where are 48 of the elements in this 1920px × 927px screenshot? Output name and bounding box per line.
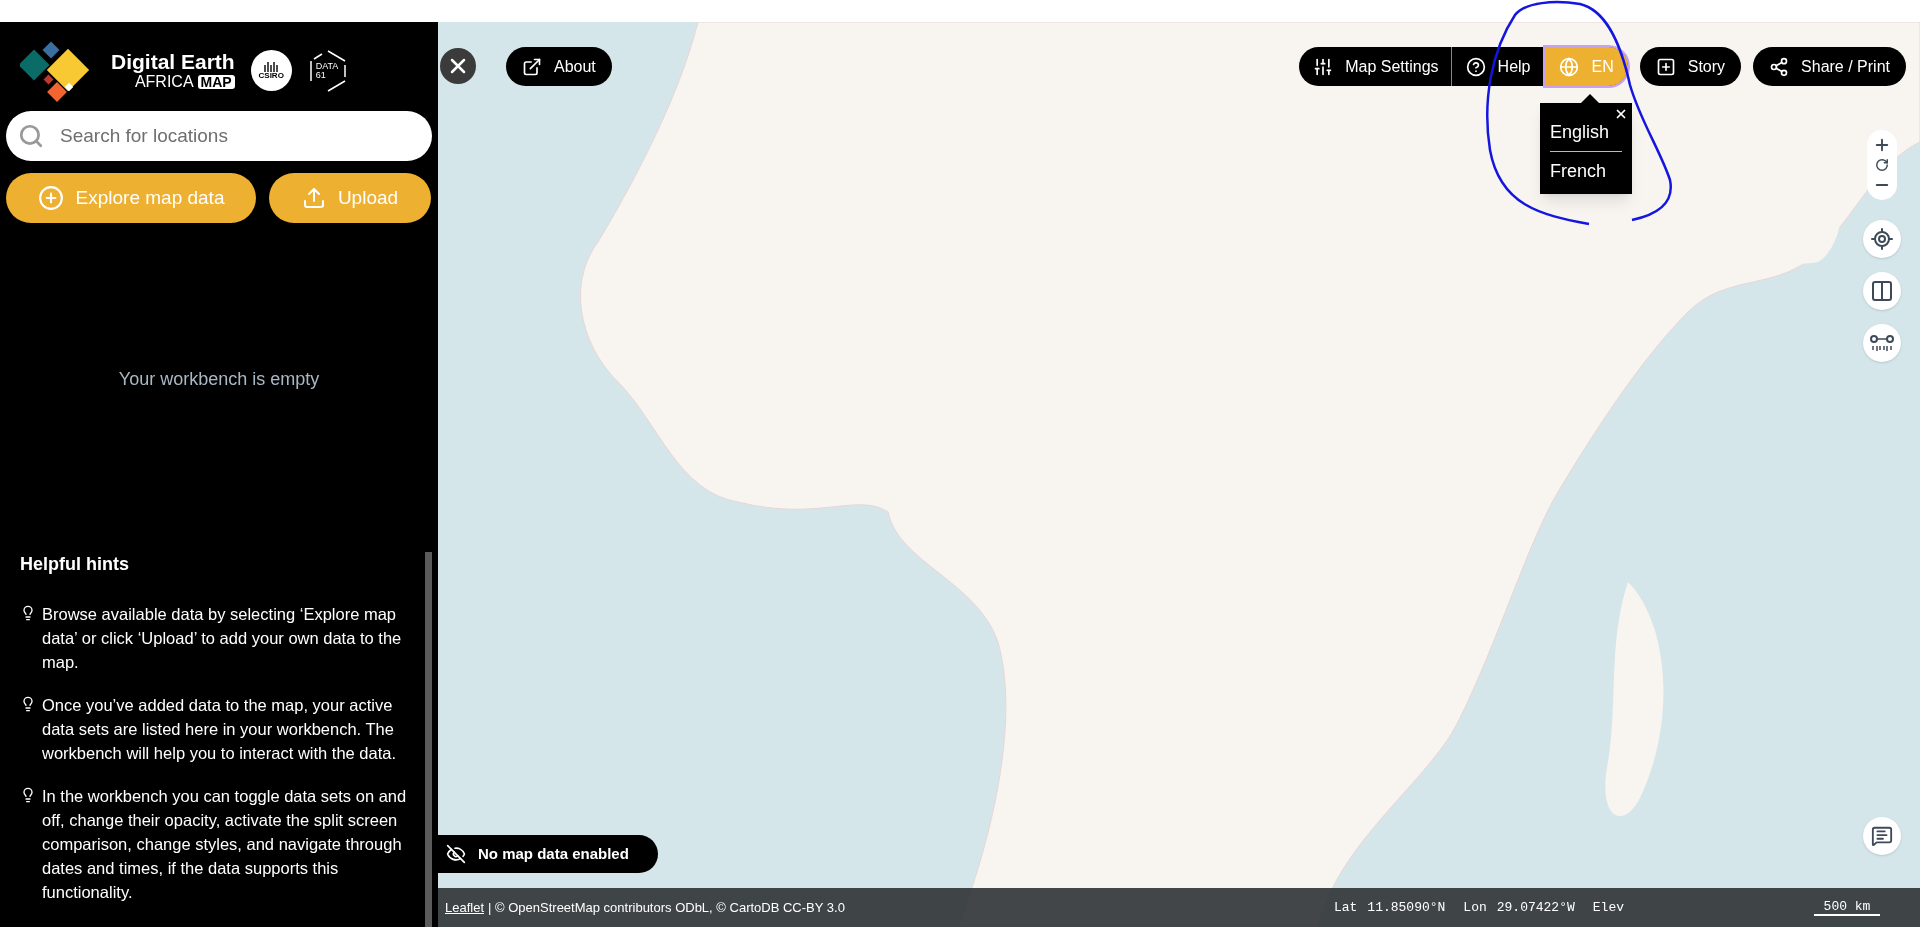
measure-icon — [1869, 333, 1895, 353]
feedback-icon — [1871, 825, 1893, 847]
eye-off-icon — [446, 844, 466, 864]
lightbulb-icon — [20, 605, 36, 621]
upload-icon — [301, 186, 326, 210]
lightbulb-icon — [20, 696, 36, 712]
scale-bar: 500 km — [1814, 899, 1880, 916]
partner-name: CSIRO — [258, 71, 284, 80]
partner-text: DATA — [315, 61, 340, 71]
about-button[interactable]: About — [506, 47, 612, 86]
logo-title: Digital Earth — [111, 51, 235, 72]
map-settings-button[interactable]: Map Settings — [1299, 47, 1451, 86]
reset-icon[interactable] — [1875, 158, 1889, 172]
leaflet-link[interactable]: Leaflet — [445, 897, 485, 918]
lat-value: 11.85090°N — [1367, 898, 1446, 917]
sliders-icon — [1313, 56, 1334, 77]
partner-text: 61 — [315, 70, 327, 80]
external-link-icon — [522, 56, 542, 77]
search-icon — [18, 123, 44, 149]
logo-badge: MAP — [197, 75, 235, 89]
zoom-in-icon[interactable] — [1873, 136, 1891, 154]
lon-value: 29.07422°W — [1496, 898, 1575, 917]
hint-text: In the workbench you can toggle data sets on and off, change their opacity, activate the split screen comparison, change styles, and navigate through dates and times, if the data supports this functionality. — [42, 786, 408, 903]
lon-label: Lon — [1463, 898, 1487, 917]
help-icon — [1465, 56, 1486, 77]
logo-subtitle: AFRICA — [134, 74, 194, 90]
plus-circle-icon — [37, 185, 64, 211]
hints-title: Helpful hints — [20, 553, 130, 576]
bars-icon — [263, 61, 280, 72]
search-field[interactable]: Search for locations — [6, 111, 432, 161]
story-button[interactable]: Story — [1639, 47, 1742, 86]
share-button[interactable]: Share / Print — [1753, 47, 1906, 86]
help-button[interactable]: Help — [1451, 47, 1545, 86]
lat-label: Lat — [1333, 898, 1358, 917]
attribution-text: | © OpenStreetMap contributors ODbL, © CartoDB CC-BY 3.0 — [488, 898, 845, 917]
language-option[interactable]: French — [1550, 158, 1623, 184]
elev-label: Elev — [1592, 898, 1624, 917]
lightbulb-icon — [20, 787, 36, 803]
hint-text: Once you’ve added data to the map, your active data sets are listed here in your workbench. The workbench will help you to interact with the data. — [42, 695, 398, 764]
story-icon — [1655, 56, 1676, 77]
hint-text: Browse available data by selecting ‘Explore map data’ or click ‘Upload’ to add your own data to the map. — [42, 604, 403, 673]
locate-icon — [1870, 227, 1894, 251]
status-text: No map data enabled — [478, 843, 629, 864]
language-option[interactable]: English — [1550, 119, 1623, 145]
empty-workbench-text: Your workbench is empty — [118, 368, 320, 391]
globe-icon — [1559, 56, 1580, 77]
split-screen-icon — [1870, 279, 1894, 303]
share-icon — [1769, 56, 1790, 77]
